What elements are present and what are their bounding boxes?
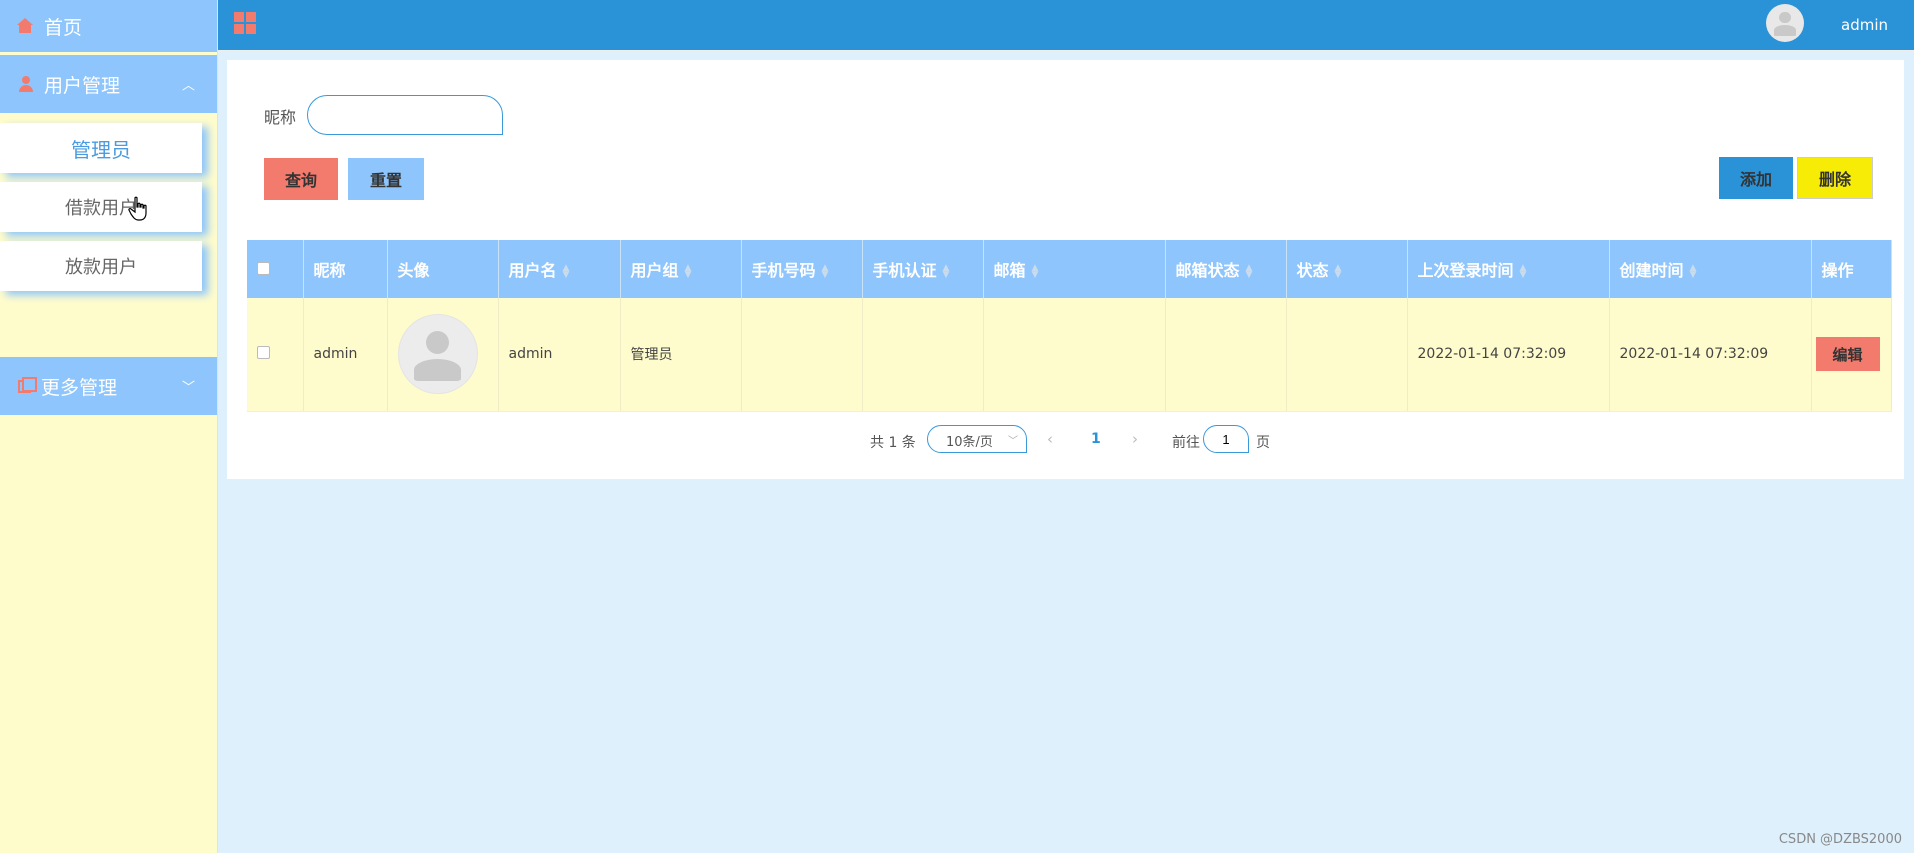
cell-avatar xyxy=(387,298,499,412)
next-page-icon[interactable]: › xyxy=(1132,430,1138,448)
sort-icon[interactable]: ▲ ▼ xyxy=(822,263,829,279)
sidebar-item-borrower-label: 借款用户 xyxy=(65,198,137,219)
reset-button[interactable]: 重置 xyxy=(348,158,424,200)
query-button[interactable]: 查询 xyxy=(264,158,338,200)
table-row: admin admin 管理员 2022-01-14 07:32:09 2022… xyxy=(247,298,1892,412)
delete-button[interactable]: 删除 xyxy=(1797,157,1873,199)
sidebar-item-home[interactable]: 首页 xyxy=(0,0,217,52)
add-button[interactable]: 添加 xyxy=(1719,157,1793,199)
main-panel: 昵称 查询 重置 添加 删除 昵称 头像 用户名 ▲ ▼ 用户组 ▲ ▼ 手机号码 ▲ ▼ … xyxy=(227,60,1904,479)
sort-icon[interactable]: ▲ ▼ xyxy=(685,263,692,279)
column-header-email-status[interactable]: 邮箱状态 ▲ ▼ xyxy=(1165,240,1287,298)
avatar xyxy=(397,314,478,395)
watermark: CSDN @DZBS2000 xyxy=(1778,832,1902,847)
pagination-total: 共 1 条 xyxy=(870,435,916,451)
sidebar-item-admin[interactable]: 管理员 xyxy=(0,123,202,173)
column-header-created[interactable]: 创建时间 ▲ ▼ xyxy=(1609,240,1812,298)
page-size-value: 10条/页 xyxy=(946,435,993,450)
sidebar-item-lender[interactable]: 放款用户 xyxy=(0,241,202,291)
copy-icon xyxy=(18,376,37,393)
sidebar-group-more-management-label: 更多管理 xyxy=(41,376,118,399)
sidebar-item-lender-label: 放款用户 xyxy=(65,257,137,278)
avatar[interactable] xyxy=(1766,4,1804,42)
goto-page-input[interactable] xyxy=(1203,425,1249,453)
sidebar-submenu: 管理员 借款用户 放款用户 xyxy=(0,113,217,357)
column-header-email[interactable]: 邮箱 ▲ ▼ xyxy=(983,240,1166,298)
search-label: 昵称 xyxy=(264,108,297,127)
column-header-username[interactable]: 用户名 ▲ ▼ xyxy=(498,240,621,298)
page-number[interactable]: 1 xyxy=(1091,431,1101,447)
goto-label: 前往 xyxy=(1172,435,1200,451)
chevron-down-icon: ﹀ xyxy=(181,380,195,396)
cell-phone xyxy=(741,298,863,412)
sort-icon[interactable]: ▲ ▼ xyxy=(1335,263,1342,279)
sort-icon[interactable]: ▲ ▼ xyxy=(563,263,570,279)
table-header-row: 昵称 头像 用户名 ▲ ▼ 用户组 ▲ ▼ 手机号码 ▲ ▼ 手机认证 ▲ ▼ 邮箱 ▲ ▼ 邮箱状… xyxy=(247,240,1892,298)
users-table: 昵称 头像 用户名 ▲ ▼ 用户组 ▲ ▼ 手机号码 ▲ ▼ 手机认证 ▲ ▼ 邮箱 ▲ ▼ 邮箱状… xyxy=(247,240,1892,412)
cell-email xyxy=(983,298,1166,412)
cell-phone-verified xyxy=(862,298,984,412)
chevron-down-icon: ﹀ xyxy=(1008,436,1018,447)
select-all-checkbox[interactable] xyxy=(257,261,270,275)
sidebar-item-admin-label: 管理员 xyxy=(71,137,131,162)
header-username[interactable]: admin xyxy=(1841,16,1888,34)
nickname-search-input[interactable] xyxy=(307,95,503,135)
column-header-phone[interactable]: 手机号码 ▲ ▼ xyxy=(741,240,863,298)
sidebar-item-borrower[interactable]: 借款用户 xyxy=(0,182,202,232)
home-icon xyxy=(17,18,34,34)
cell-nickname: admin xyxy=(303,298,388,412)
sidebar-group-user-management[interactable]: 用户管理 ︿ xyxy=(0,55,217,113)
prev-page-icon[interactable]: ‹ xyxy=(1047,430,1053,448)
row-checkbox[interactable] xyxy=(257,345,270,359)
column-header-group[interactable]: 用户组 ▲ ▼ xyxy=(620,240,742,298)
sort-icon[interactable]: ▲ ▼ xyxy=(943,263,950,279)
pagination: 共 1 条 10条/页 ﹀ ‹ 1 › 前往 页 xyxy=(227,425,1904,455)
select-all-cell xyxy=(247,240,304,298)
cell-last-login: 2022-01-14 07:32:09 xyxy=(1407,298,1610,412)
grid-menu-icon[interactable] xyxy=(234,12,256,34)
sidebar: 首页 用户管理 ︿ 管理员 借款用户 放款用户 更多管理 ﹀ xyxy=(0,0,218,853)
column-header-last-login[interactable]: 上次登录时间 ▲ ▼ xyxy=(1407,240,1610,298)
cell-username: admin xyxy=(498,298,621,412)
person-icon xyxy=(399,315,477,393)
cell-created: 2022-01-14 07:32:09 xyxy=(1609,298,1812,412)
sort-icon[interactable]: ▲ ▼ xyxy=(1520,263,1527,279)
sidebar-group-more-management[interactable]: 更多管理 ﹀ xyxy=(0,357,217,415)
edit-button[interactable]: 编辑 xyxy=(1815,337,1880,372)
column-header-avatar: 头像 xyxy=(387,240,499,298)
column-header-status[interactable]: 状态 ▲ ▼ xyxy=(1286,240,1408,298)
sort-icon[interactable]: ▲ ▼ xyxy=(1246,263,1253,279)
cell-actions: 编辑 xyxy=(1811,298,1892,412)
column-header-phone-verified[interactable]: 手机认证 ▲ ▼ xyxy=(862,240,984,298)
sort-icon[interactable]: ▲ ▼ xyxy=(1690,263,1697,279)
column-header-actions: 操作 xyxy=(1811,240,1892,298)
column-header-nickname: 昵称 xyxy=(303,240,388,298)
cell-group: 管理员 xyxy=(620,298,742,412)
hand-pointer-cursor-icon xyxy=(128,196,147,221)
sidebar-item-home-label: 首页 xyxy=(44,16,83,39)
chevron-up-icon: ︿ xyxy=(181,78,195,94)
top-header: admin xyxy=(218,0,1914,51)
sort-icon[interactable]: ▲ ▼ xyxy=(1032,263,1039,279)
cell-status xyxy=(1286,298,1408,412)
page-suffix-label: 页 xyxy=(1256,435,1270,451)
sidebar-group-user-management-label: 用户管理 xyxy=(44,74,121,97)
row-select-cell xyxy=(247,298,304,412)
person-icon xyxy=(1766,4,1804,42)
cell-email-status xyxy=(1165,298,1287,412)
user-icon xyxy=(18,76,34,92)
page-size-select[interactable]: 10条/页 ﹀ xyxy=(927,425,1027,453)
